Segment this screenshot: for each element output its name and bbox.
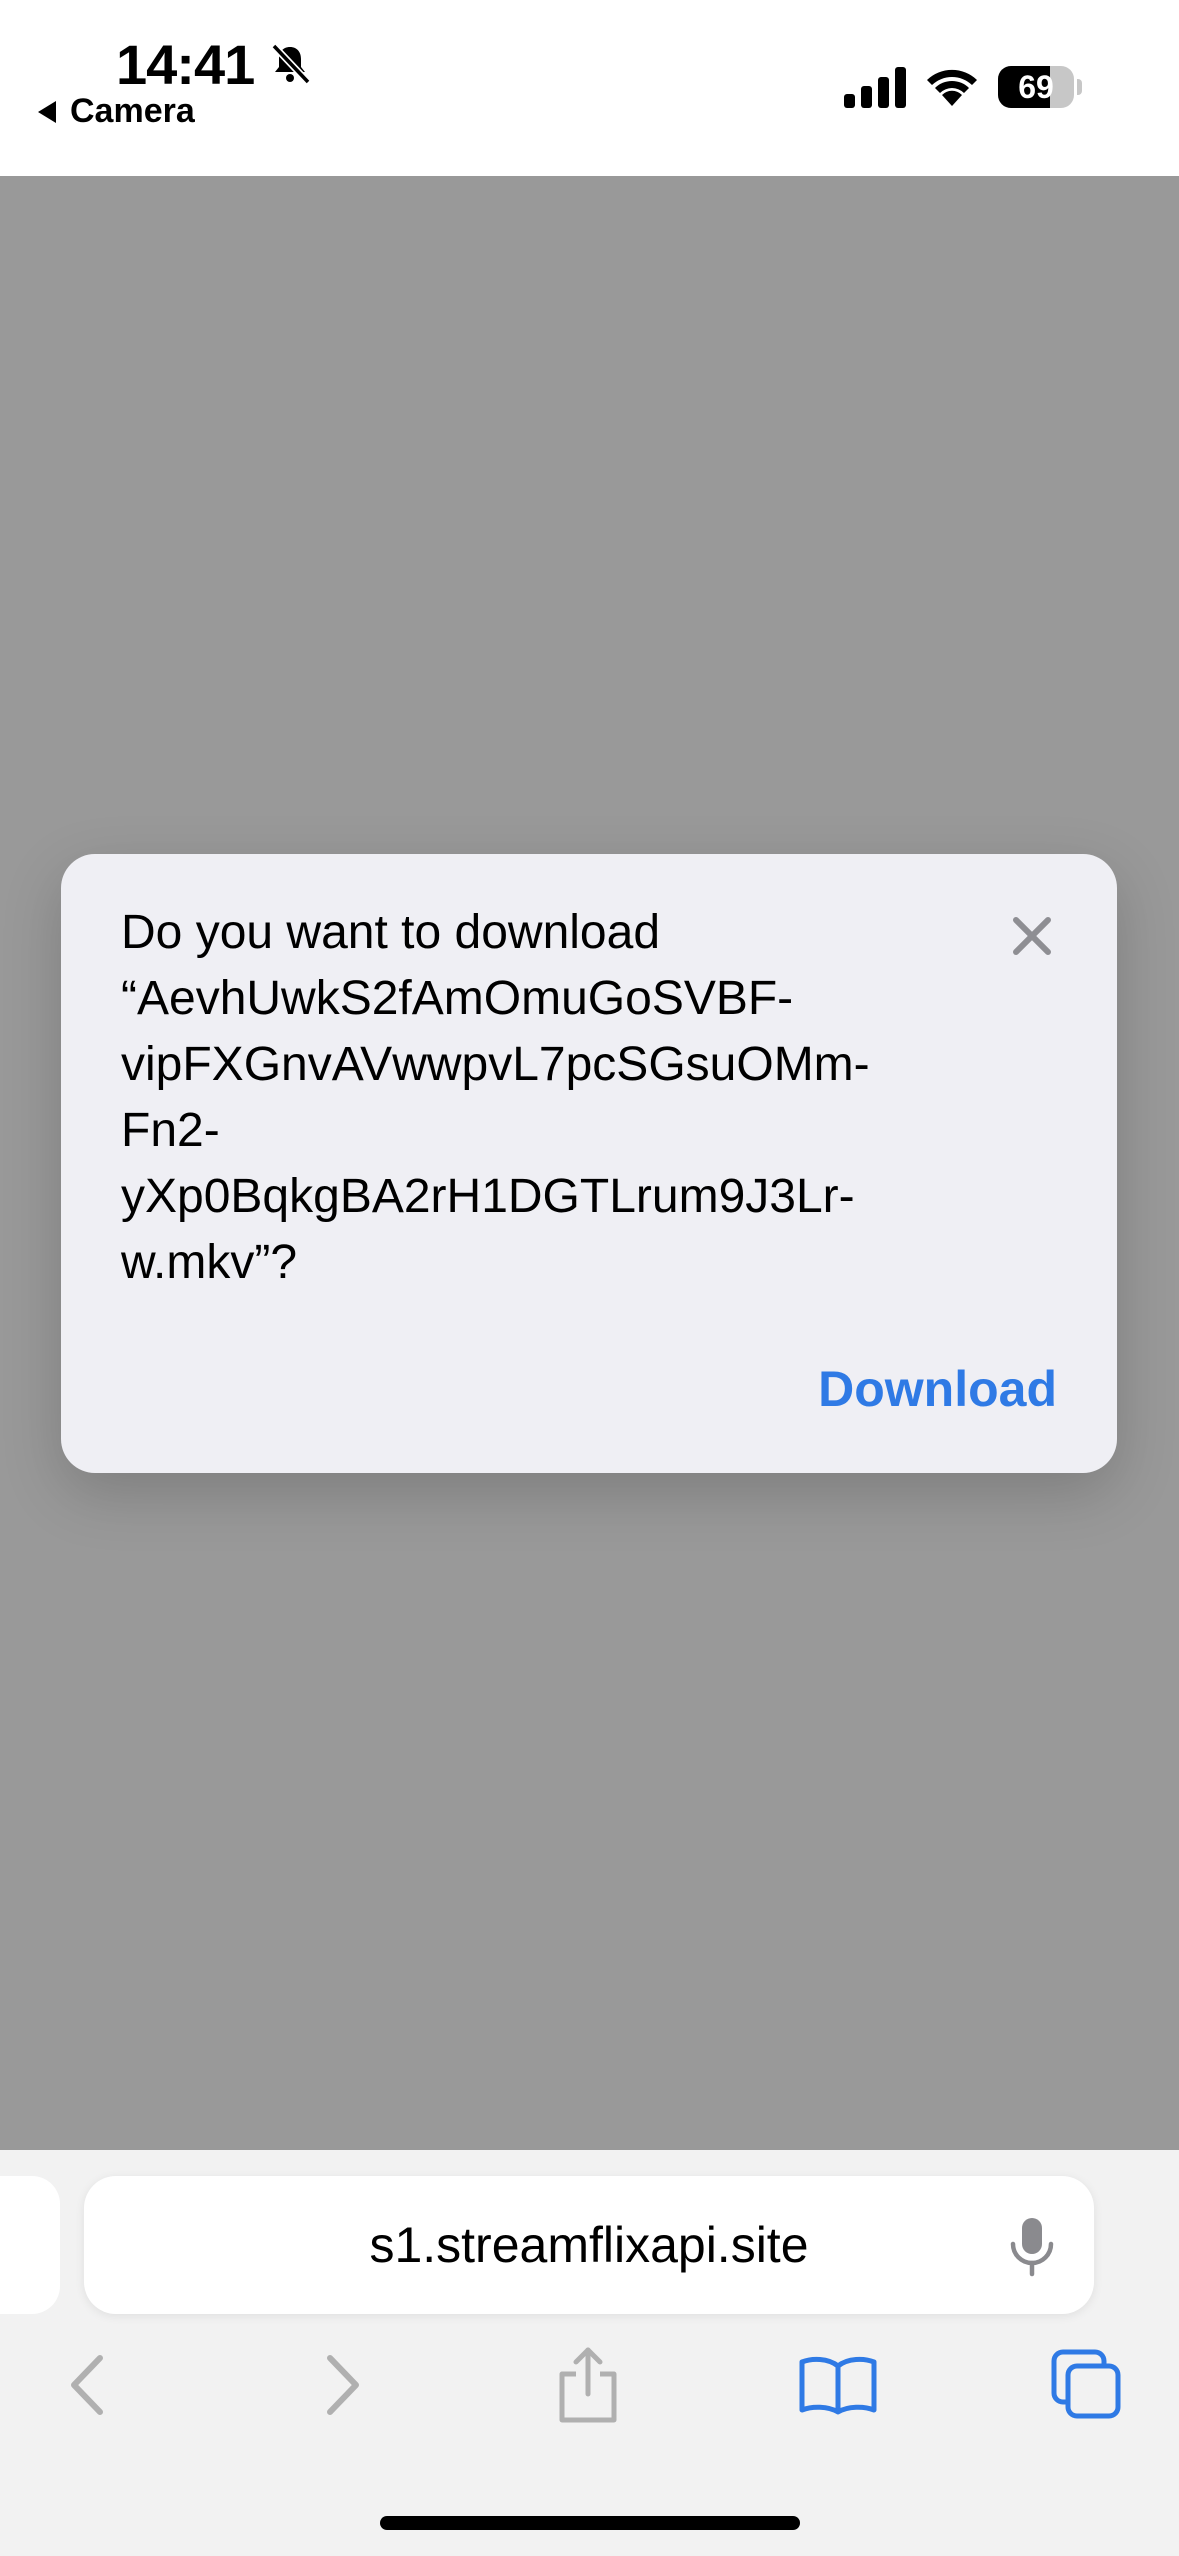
tabs-icon[interactable] — [1050, 2348, 1124, 2422]
microphone-icon[interactable] — [1006, 2216, 1058, 2278]
bookmarks-icon[interactable] — [798, 2354, 878, 2416]
download-button[interactable]: Download — [818, 1360, 1057, 1418]
address-bar[interactable]: s1.streamflixapi.site — [84, 2176, 1094, 2314]
battery-icon: 69 — [998, 66, 1082, 108]
back-triangle-icon — [38, 100, 56, 123]
wifi-icon — [927, 69, 977, 106]
back-chevron-icon[interactable] — [62, 2350, 112, 2420]
status-time: 14:41 — [116, 33, 255, 96]
battery-level: 69 — [1018, 69, 1054, 105]
home-indicator — [380, 2516, 800, 2530]
bell-slash-icon — [271, 43, 311, 85]
forward-chevron-icon[interactable] — [318, 2350, 368, 2420]
status-bar: 14:41 Camera 69 — [0, 0, 1179, 176]
cellular-signal-icon — [844, 67, 906, 108]
download-dialog: Do you want to download “AevhUwkS2fAmOmu… — [61, 854, 1117, 1473]
previous-tab-edge[interactable] — [0, 2176, 60, 2314]
dialog-message: Do you want to download “AevhUwkS2fAmOmu… — [121, 906, 870, 1289]
back-to-app-button[interactable]: Camera — [38, 92, 195, 131]
xmark-icon[interactable] — [1006, 910, 1058, 962]
share-icon[interactable] — [556, 2344, 620, 2424]
address-url[interactable]: s1.streamflixapi.site — [84, 2176, 1094, 2314]
back-app-label: Camera — [70, 92, 195, 130]
